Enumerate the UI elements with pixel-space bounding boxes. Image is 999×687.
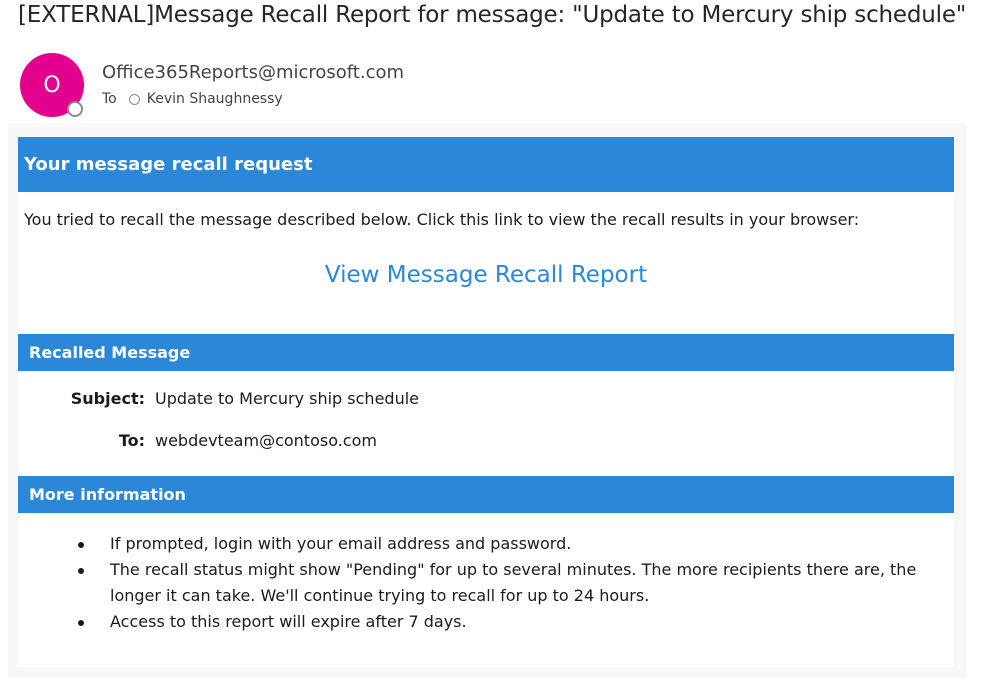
sender-address[interactable]: Office365Reports@microsoft.com [102, 62, 404, 83]
recipient-name[interactable]: Kevin Shaughnessy [147, 91, 283, 107]
bullet-text: Access to this report will expire after … [110, 612, 467, 631]
recalled-message-title: Recalled Message [29, 343, 191, 362]
recipient-presence-icon [128, 93, 140, 105]
recalled-message-header: Recalled Message [18, 334, 954, 371]
bullet-text: The recall status might show "Pending" f… [110, 560, 917, 605]
list-item: Access to this report will expire after … [78, 609, 958, 635]
more-information-header: More information [18, 476, 954, 513]
recalled-to-value: webdevteam@contoso.com [155, 431, 377, 450]
list-item: The recall status might show "Pending" f… [78, 557, 958, 609]
bullet-icon [78, 542, 84, 548]
presence-status-icon [67, 101, 83, 117]
intro-text: You tried to recall the message describe… [24, 210, 860, 229]
bullet-icon [78, 568, 84, 574]
list-item: If prompted, login with your email addre… [78, 531, 958, 557]
more-information-title: More information [29, 485, 186, 504]
view-recall-report-link[interactable]: View Message Recall Report [0, 262, 972, 288]
recalled-subject-value: Update to Mercury ship schedule [155, 389, 419, 408]
bullet-icon [78, 620, 84, 626]
recall-request-header: Your message recall request [18, 137, 954, 192]
avatar-initial: O [43, 72, 61, 98]
subject-label: Subject: [70, 389, 145, 408]
to-field-label: To: [118, 431, 145, 450]
email-subject: [EXTERNAL]Message Recall Report for mess… [18, 2, 967, 28]
to-label: To [102, 91, 117, 107]
more-information-list: If prompted, login with your email addre… [78, 531, 958, 635]
recall-request-title: Your message recall request [24, 154, 313, 175]
recipient-row: To Kevin Shaughnessy [102, 91, 283, 107]
bullet-text: If prompted, login with your email addre… [110, 534, 572, 553]
